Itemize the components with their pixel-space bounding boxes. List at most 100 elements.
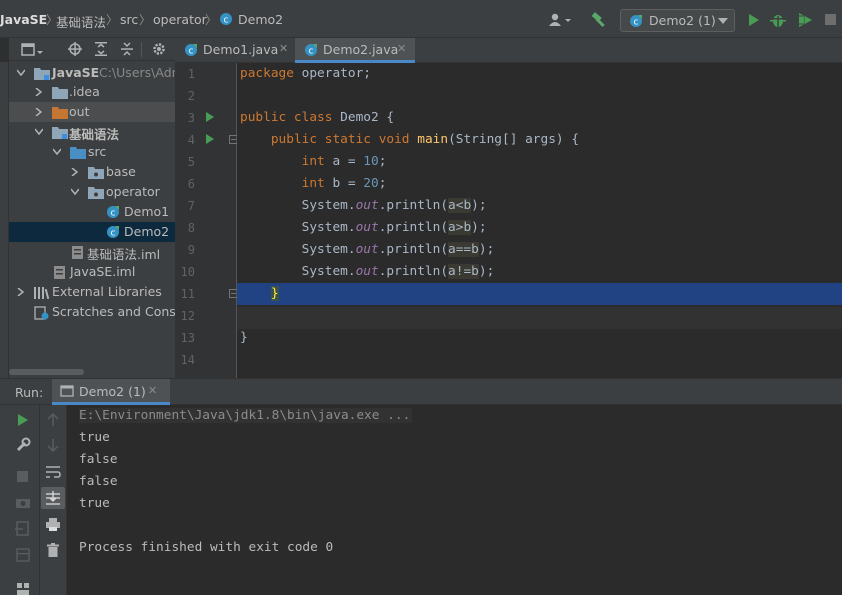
close-icon[interactable]: ✕ bbox=[279, 42, 288, 55]
package-icon bbox=[88, 187, 104, 199]
run-icon[interactable] bbox=[748, 13, 760, 27]
breadcrumb-class[interactable]: Demo2 bbox=[238, 12, 283, 27]
module-folder-icon bbox=[34, 68, 50, 80]
tree-item-label: operator bbox=[106, 184, 160, 199]
selection-highlight bbox=[237, 283, 842, 305]
console-output[interactable]: E:\Environment\Java\jdk1.8\bin\java.exe … bbox=[67, 405, 842, 595]
console-command-line: E:\Environment\Java\jdk1.8\bin\java.exe … bbox=[79, 408, 413, 423]
chevron-right-icon[interactable] bbox=[17, 288, 25, 296]
tree-item-label: JavaSE bbox=[52, 65, 100, 80]
chevron-right-icon[interactable] bbox=[35, 88, 43, 96]
stop-icon[interactable] bbox=[825, 14, 836, 25]
chevron-down-icon[interactable] bbox=[53, 148, 61, 156]
console-line: E:\Environment\Java\jdk1.8\bin\java.exe … bbox=[79, 405, 413, 427]
scroll-to-end-toggle[interactable] bbox=[41, 487, 65, 509]
line-number: 10 bbox=[180, 265, 195, 279]
code-line-9: System.out.println(a==b); bbox=[240, 242, 495, 257]
print-icon[interactable] bbox=[45, 517, 61, 532]
user-icon[interactable] bbox=[549, 13, 571, 27]
tree-item-package-operator[interactable]: operator bbox=[9, 182, 175, 202]
breadcrumb-src[interactable]: src bbox=[120, 12, 138, 27]
java-class-icon: c bbox=[185, 44, 197, 57]
tree-item-scratches[interactable]: Scratches and Conso bbox=[9, 302, 175, 322]
breadcrumb-separator-icon: 〉 bbox=[205, 13, 218, 27]
locate-target-icon[interactable] bbox=[68, 42, 82, 56]
line-number: 7 bbox=[187, 199, 195, 213]
code-editor[interactable]: package operator; public class Demo2 { p… bbox=[237, 63, 842, 378]
build-hammer-icon[interactable] bbox=[591, 12, 607, 28]
trash-icon[interactable] bbox=[47, 543, 59, 557]
project-panel: JavaSE C:\Users\Adn .idea out 基础语法 src b… bbox=[9, 38, 175, 378]
chevron-right-icon[interactable] bbox=[35, 108, 43, 116]
breadcrumb-module[interactable]: 基础语法 bbox=[56, 12, 106, 31]
tree-item-demo2[interactable]: c Demo2 bbox=[9, 222, 175, 242]
run-tab-demo2[interactable]: Demo2 (1) ✕ bbox=[52, 379, 170, 405]
tree-item-package-base[interactable]: base bbox=[9, 162, 175, 182]
stop-icon[interactable] bbox=[17, 471, 28, 482]
package-icon bbox=[88, 167, 104, 179]
project-tool-window-button[interactable] bbox=[0, 38, 9, 62]
horizontal-scrollbar-thumb[interactable] bbox=[9, 369, 84, 375]
tree-item-idea[interactable]: .idea bbox=[9, 82, 175, 102]
run-toolbar-primary bbox=[0, 405, 40, 595]
debug-bug-icon[interactable] bbox=[770, 12, 786, 28]
close-icon[interactable]: ✕ bbox=[397, 42, 406, 55]
java-class-icon bbox=[60, 385, 74, 397]
chevron-down-icon[interactable] bbox=[71, 188, 79, 196]
arrow-down-icon[interactable] bbox=[47, 438, 59, 452]
run-with-coverage-icon[interactable] bbox=[797, 12, 813, 28]
chevron-down-icon[interactable] bbox=[35, 128, 43, 136]
tree-item-project-root[interactable]: JavaSE C:\Users\Adn bbox=[9, 63, 175, 83]
pin-tab-icon[interactable] bbox=[16, 582, 30, 595]
collapse-all-icon[interactable] bbox=[120, 42, 134, 56]
exit-icon[interactable] bbox=[15, 521, 31, 537]
close-icon[interactable]: ✕ bbox=[148, 384, 157, 397]
folder-icon bbox=[52, 87, 68, 99]
tree-item-src[interactable]: src bbox=[9, 142, 175, 162]
libraries-icon bbox=[34, 287, 50, 299]
run-window-title: Run: bbox=[15, 385, 44, 400]
java-class-icon: c bbox=[107, 206, 119, 219]
line-number: 4 bbox=[187, 133, 195, 147]
chevron-right-icon[interactable] bbox=[71, 168, 79, 176]
tree-item-module[interactable]: 基础语法 bbox=[9, 122, 175, 142]
code-line-3: public class Demo2 { bbox=[240, 110, 395, 125]
wrench-icon[interactable] bbox=[15, 437, 31, 453]
tab-label: Demo2.java bbox=[323, 42, 399, 57]
tree-item-path-hint: C:\Users\Adn bbox=[99, 65, 175, 80]
tree-item-external-libraries[interactable]: External Libraries bbox=[9, 282, 175, 302]
arrow-up-icon[interactable] bbox=[47, 413, 59, 427]
line-number: 11 bbox=[180, 287, 195, 301]
tree-item-project-iml[interactable]: JavaSE.iml bbox=[9, 262, 175, 282]
tab-demo1[interactable]: c Demo1.java ✕ bbox=[175, 38, 295, 63]
editor-gutter: 1 2 3 4 5 6 7 8 9 10 11 12 13 14 bbox=[175, 63, 258, 378]
console-exit-message: Process finished with exit code 0 bbox=[79, 540, 334, 555]
rerun-icon[interactable] bbox=[17, 413, 29, 427]
expand-all-icon[interactable] bbox=[94, 42, 108, 56]
console-line: true bbox=[79, 496, 110, 511]
tab-demo2[interactable]: c Demo2.java ✕ bbox=[295, 38, 415, 63]
camera-icon[interactable] bbox=[15, 496, 31, 509]
menu-bar-remnant bbox=[0, 0, 842, 4]
run-tab-label: Demo2 (1) bbox=[79, 384, 146, 399]
breadcrumb-separator-icon: 〉 bbox=[139, 13, 152, 27]
tree-item-demo1[interactable]: c Demo1 bbox=[9, 202, 175, 222]
caret-line-highlight bbox=[237, 307, 842, 329]
view-mode-dropdown-icon[interactable] bbox=[21, 43, 45, 57]
run-gutter-icon[interactable] bbox=[205, 111, 215, 123]
run-toolbar-secondary bbox=[40, 405, 67, 595]
tree-item-module-iml[interactable]: 基础语法.iml bbox=[9, 242, 175, 262]
run-gutter-icon[interactable] bbox=[205, 133, 215, 145]
soft-wrap-icon[interactable] bbox=[45, 465, 61, 479]
run-configuration-dropdown[interactable]: c Demo2 (1) bbox=[620, 9, 735, 32]
scratches-icon bbox=[34, 306, 49, 320]
console-line: true bbox=[79, 430, 110, 445]
layout-icon[interactable] bbox=[16, 548, 30, 562]
gear-icon[interactable] bbox=[152, 42, 166, 56]
breadcrumb-project[interactable]: JavaSE bbox=[0, 12, 47, 27]
breadcrumb-package[interactable]: operator bbox=[153, 12, 207, 27]
tree-item-out[interactable]: out bbox=[9, 102, 175, 122]
chevron-down-icon[interactable] bbox=[17, 69, 25, 77]
tab-label: Demo1.java bbox=[203, 42, 279, 57]
java-class-icon: c bbox=[220, 13, 232, 26]
